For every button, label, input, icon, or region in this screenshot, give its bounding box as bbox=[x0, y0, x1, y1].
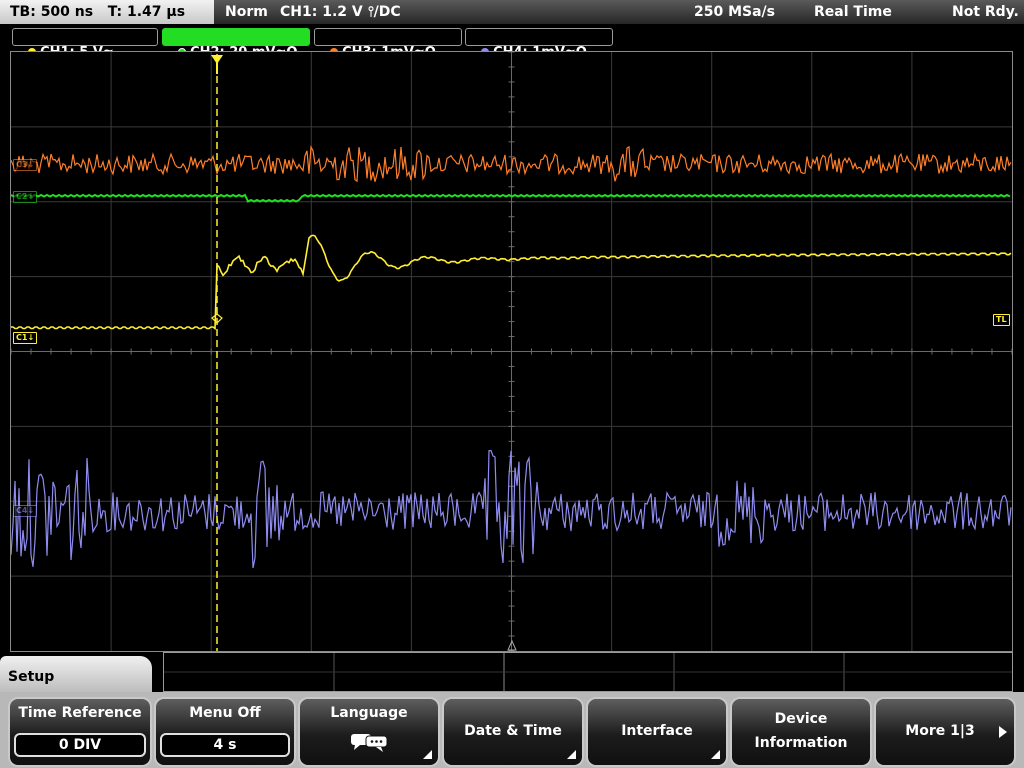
more-button[interactable]: More 1|3 bbox=[874, 697, 1016, 767]
ch2-offset-marker[interactable]: C2↓ bbox=[13, 191, 38, 203]
trigger-level-marker[interactable]: TL bbox=[993, 314, 1010, 326]
acquisition-state: Not Rdy. bbox=[952, 4, 1019, 20]
date-time-label: Date & Time bbox=[464, 723, 562, 739]
ch4-offset-marker[interactable]: C4↓ bbox=[13, 505, 38, 517]
tab-ch4[interactable]: CH4: 1mV≃Ω bbox=[465, 28, 613, 60]
ch1-offset-marker[interactable]: C1↓ bbox=[13, 332, 38, 344]
time-reference-button[interactable]: Time Reference 0 DIV bbox=[8, 697, 152, 767]
submenu-indicator-icon bbox=[711, 750, 720, 759]
submenu-indicator-icon bbox=[423, 750, 432, 759]
acquisition-mode: Real Time bbox=[814, 4, 892, 20]
arrow-right-icon bbox=[999, 726, 1007, 738]
ch2-trace bbox=[11, 193, 1011, 203]
date-time-button[interactable]: Date & Time bbox=[442, 697, 584, 767]
more-label: More 1|3 bbox=[905, 723, 975, 739]
time-reference-value: 0 DIV bbox=[14, 733, 146, 757]
trigger-mode[interactable]: Norm bbox=[225, 0, 268, 24]
trigger-source[interactable]: CH1: 1.2 V ⫯/DC bbox=[280, 0, 401, 24]
timebase-readout[interactable]: TB: 500 ns T: 1.47 µs bbox=[0, 0, 214, 24]
submenu-indicator-icon bbox=[567, 750, 576, 759]
speech-bubbles-icon bbox=[351, 734, 388, 752]
tab-ch1[interactable]: CH1: 5 V≃ bbox=[12, 28, 158, 60]
ch3-offset-marker[interactable]: C3↓ bbox=[13, 159, 38, 171]
status-bar: TB: 500 ns T: 1.47 µs Norm CH1: 1.2 V ⫯/… bbox=[0, 0, 1024, 24]
zoom-strip bbox=[163, 652, 1013, 692]
menu-off-button[interactable]: Menu Off 4 s bbox=[154, 697, 296, 767]
menu-title-setup: Setup bbox=[0, 656, 152, 696]
menu-off-label: Menu Off bbox=[189, 705, 261, 721]
sample-rate: 250 MSa/s bbox=[694, 4, 776, 20]
device-information-button[interactable]: Device Information bbox=[730, 697, 872, 767]
zoom-strip-grid bbox=[164, 653, 1012, 691]
graticule bbox=[11, 52, 1012, 651]
time-reference-label: Time Reference bbox=[18, 705, 142, 721]
tab-ch2[interactable]: CH2: 20 mV≃Ω bbox=[162, 28, 310, 60]
language-button[interactable]: Language bbox=[298, 697, 440, 767]
waveform-display[interactable]: C3↓ C2↓ C1↓ C4↓ TL bbox=[10, 51, 1013, 652]
device-information-line2: Information bbox=[754, 735, 848, 751]
menu-off-value: 4 s bbox=[160, 733, 290, 757]
interface-button[interactable]: Interface bbox=[586, 697, 728, 767]
device-information-line1: Device bbox=[774, 711, 828, 727]
interface-label: Interface bbox=[621, 723, 693, 739]
waveform-canvas bbox=[11, 52, 1012, 651]
tab-ch3[interactable]: CH3: 1mV≃Ω bbox=[314, 28, 462, 60]
language-label: Language bbox=[330, 705, 408, 721]
